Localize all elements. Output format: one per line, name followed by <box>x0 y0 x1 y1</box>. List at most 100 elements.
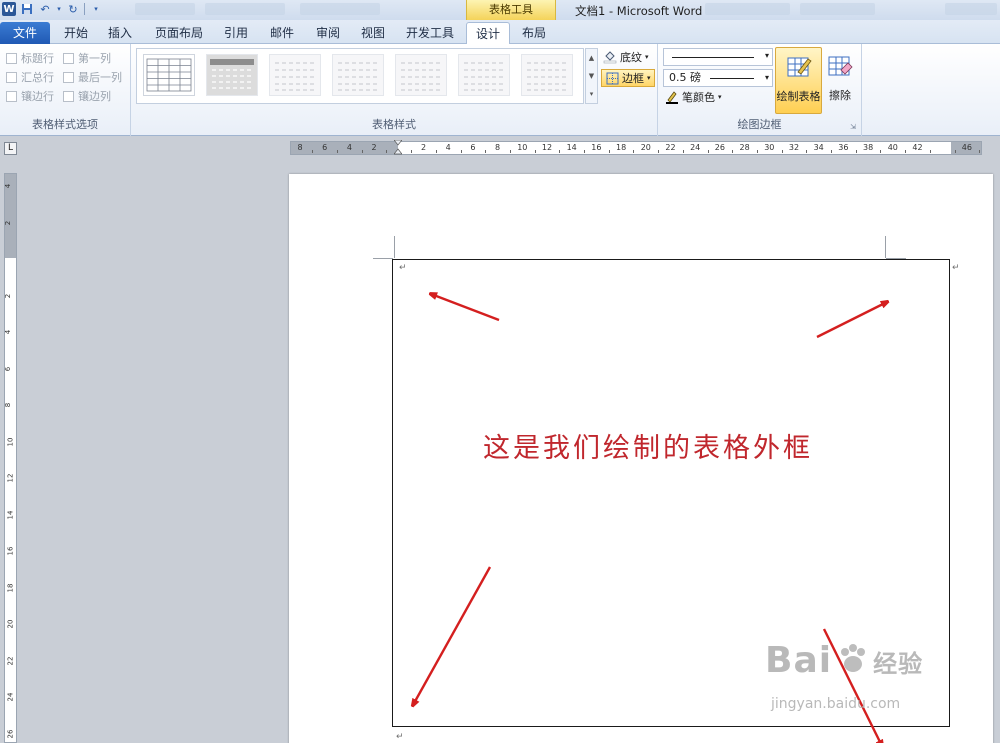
eraser-label: 擦除 <box>829 89 851 102</box>
eraser-button[interactable]: 擦除 <box>824 47 856 114</box>
table-style-light-2[interactable] <box>332 54 384 96</box>
ruler-number: 14 <box>6 510 15 519</box>
tab-review[interactable]: 审阅 <box>310 22 346 44</box>
checkbox-box <box>6 52 17 64</box>
vertical-ruler[interactable]: 4 2 2 4 6 8 10 12 14 16 18 20 22 24 26 <box>4 173 17 743</box>
ruler-number: 4 <box>445 143 451 152</box>
ruler-number: 2 <box>371 143 377 152</box>
tab-layout[interactable]: 布局 <box>514 22 554 44</box>
tab-mailings[interactable]: 邮件 <box>264 22 300 44</box>
dialog-launcher-icon[interactable]: ⇲ <box>850 123 856 131</box>
tab-developer[interactable]: 开发工具 <box>401 22 459 44</box>
borders-button[interactable]: 边框 ▾ <box>601 69 655 87</box>
gallery-more-icon[interactable]: ▾ <box>590 90 594 98</box>
line-style-select[interactable]: ▾ <box>663 48 773 66</box>
tab-insert[interactable]: 插入 <box>102 22 138 44</box>
first-column-checkbox[interactable]: 第一列 <box>63 50 111 66</box>
banded-columns-checkbox[interactable]: 镶边列 <box>63 88 111 104</box>
title-bar: W ↶ ▾ ↻ ▾ 表格工具 文档1 - Microsoft Word <box>0 0 1000 20</box>
last-column-checkbox[interactable]: 最后一列 <box>63 69 122 85</box>
ruler-tick <box>979 150 981 153</box>
ruler-number: 4 <box>4 329 13 335</box>
tab-stop-selector[interactable]: L <box>4 142 17 155</box>
eraser-icon <box>825 51 855 81</box>
chevron-down-icon: ▾ <box>647 74 651 82</box>
horizontal-ruler[interactable]: 8 6 4 2 2 4 6 8 10 12 14 16 18 20 22 24 26 28 30 32 34 36 38 40… <box>290 139 982 156</box>
tab-view[interactable]: 视图 <box>355 22 391 44</box>
borders-label: 边框 <box>622 72 644 85</box>
ruler-number: 6 <box>470 143 476 152</box>
arrow-top-left <box>431 294 500 322</box>
light-style-icon <box>401 62 441 91</box>
ruler-number: 30 <box>764 143 775 152</box>
ruler-number: 26 <box>714 143 725 152</box>
checkbox-box <box>63 71 74 83</box>
ruler-tick <box>880 150 882 153</box>
shading-button[interactable]: 底纹 ▾ <box>603 49 649 65</box>
checkbox-label: 最后一列 <box>78 71 122 84</box>
watermark-url: jingyan.baidu.com <box>771 696 901 712</box>
undo-icon[interactable]: ↶ <box>38 2 52 16</box>
ruler-tick <box>312 150 314 153</box>
gallery-scrollbar[interactable]: ▲ ▼ ▾ <box>585 48 598 104</box>
ruler-number: 36 <box>838 143 849 152</box>
ruler-number: 4 <box>4 183 13 189</box>
checkbox-label: 第一列 <box>78 52 111 65</box>
undo-dropdown-icon[interactable]: ▾ <box>56 2 62 16</box>
ruler-number: 16 <box>591 143 602 152</box>
table-style-light-3[interactable] <box>395 54 447 96</box>
line-style-preview <box>672 57 754 58</box>
total-row-checkbox[interactable]: 汇总行 <box>6 69 54 85</box>
checkbox-box <box>63 52 74 64</box>
tab-page-layout[interactable]: 页面布局 <box>150 22 208 44</box>
ruler-number: 24 <box>6 692 15 702</box>
customize-toolbar-icon[interactable]: ▾ <box>89 2 103 16</box>
line-weight-select[interactable]: 0.5 磅 ▾ <box>663 69 773 87</box>
ribbon: 标题行 第一列 汇总行 最后一列 镶边行 镶边列 表格样式选项 表格样式 ▲ ▼… <box>0 44 1000 136</box>
indent-marker-icon[interactable] <box>393 139 403 156</box>
tab-file[interactable]: 文件 <box>0 22 50 44</box>
banded-rows-checkbox[interactable]: 镶边行 <box>6 88 54 104</box>
group-label: 表格样式选项 <box>32 118 98 131</box>
ruler-number: 40 <box>887 143 898 152</box>
light-style-icon <box>338 62 378 91</box>
ribbon-tabs: 文件 开始 插入 页面布局 引用 邮件 审阅 视图 开发工具 设计 布局 <box>0 20 1000 45</box>
blurred-background-tab <box>705 3 790 15</box>
ruler-number: 34 <box>813 143 824 152</box>
table-style-light-4[interactable] <box>458 54 510 96</box>
scroll-down-icon[interactable]: ▼ <box>589 72 594 80</box>
pen-color-button[interactable]: 笔颜色 ▾ <box>665 89 722 105</box>
ruler-tick <box>509 150 511 153</box>
save-icon[interactable] <box>20 2 34 16</box>
table-style-plain-grid[interactable] <box>143 54 195 96</box>
ruler-number: 12 <box>6 473 15 483</box>
tab-home[interactable]: 开始 <box>58 22 94 44</box>
ruler-tick <box>337 150 339 153</box>
word-app-icon[interactable]: W <box>2 2 16 16</box>
checkbox-label: 标题行 <box>21 52 54 65</box>
redo-icon[interactable]: ↻ <box>66 2 80 16</box>
header-row-checkbox[interactable]: 标题行 <box>6 50 54 66</box>
table-style-light-5[interactable] <box>521 54 573 96</box>
draw-table-button[interactable]: 绘制表格 <box>775 47 822 114</box>
ruler-number: 46 <box>961 143 972 152</box>
tab-references[interactable]: 引用 <box>218 22 254 44</box>
scroll-up-icon[interactable]: ▲ <box>589 54 594 62</box>
watermark-brand: Bai <box>765 640 833 681</box>
table-style-shaded[interactable] <box>206 54 258 96</box>
table-style-options-group: 标题行 第一列 汇总行 最后一列 镶边行 镶边列 表格样式选项 <box>0 44 131 136</box>
grid-style-icon <box>146 58 192 92</box>
ruler-tick <box>855 150 857 153</box>
ruler-tick <box>954 150 956 153</box>
ruler-tick <box>806 150 808 153</box>
tab-design[interactable]: 设计 <box>466 22 510 45</box>
ruler-number: 10 <box>517 143 528 152</box>
draw-table-label: 绘制表格 <box>776 90 821 103</box>
blurred-background-tab <box>135 3 195 15</box>
ruler-number: 16 <box>6 546 15 556</box>
ruler-number: 2 <box>420 143 427 152</box>
table-style-light-1[interactable] <box>269 54 321 96</box>
blurred-background-tab <box>300 3 380 15</box>
ruler-number: 2 <box>4 220 13 225</box>
light-style-icon <box>527 62 567 91</box>
